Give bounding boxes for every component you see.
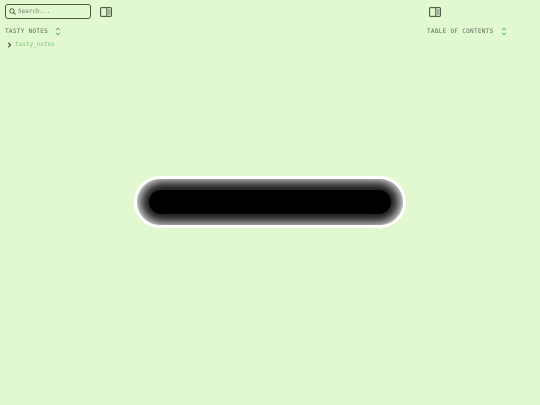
- panel-toggle-icon: [428, 6, 441, 17]
- search-input[interactable]: [18, 5, 86, 18]
- search-icon: [9, 8, 16, 15]
- loading-bar-core: [149, 190, 391, 214]
- loading-bar: [137, 179, 403, 225]
- tree-item-label: tasty_notes: [15, 41, 55, 48]
- right-panel-toggle-button[interactable]: [428, 6, 441, 17]
- loading-indicator: [134, 176, 406, 228]
- panel-toggle-icon: [99, 6, 112, 17]
- left-panel-toggle-button[interactable]: [99, 6, 112, 17]
- notes-section-title: TASTY NOTES: [5, 28, 49, 35]
- tree-item-tasty-notes[interactable]: tasty_notes: [7, 41, 55, 48]
- notes-section-header: TASTY NOTES: [5, 27, 61, 36]
- sort-updown-icon[interactable]: [501, 27, 507, 36]
- toc-section-header: TABLE OF CONTENTS: [427, 27, 507, 36]
- toc-section-title: TABLE OF CONTENTS: [427, 28, 494, 35]
- sort-updown-icon[interactable]: [55, 27, 61, 36]
- chevron-right-icon[interactable]: [7, 41, 12, 48]
- app-root: TASTY NOTES TABLE OF CONTENTS tasty_note…: [0, 0, 540, 405]
- search-box[interactable]: [5, 4, 91, 19]
